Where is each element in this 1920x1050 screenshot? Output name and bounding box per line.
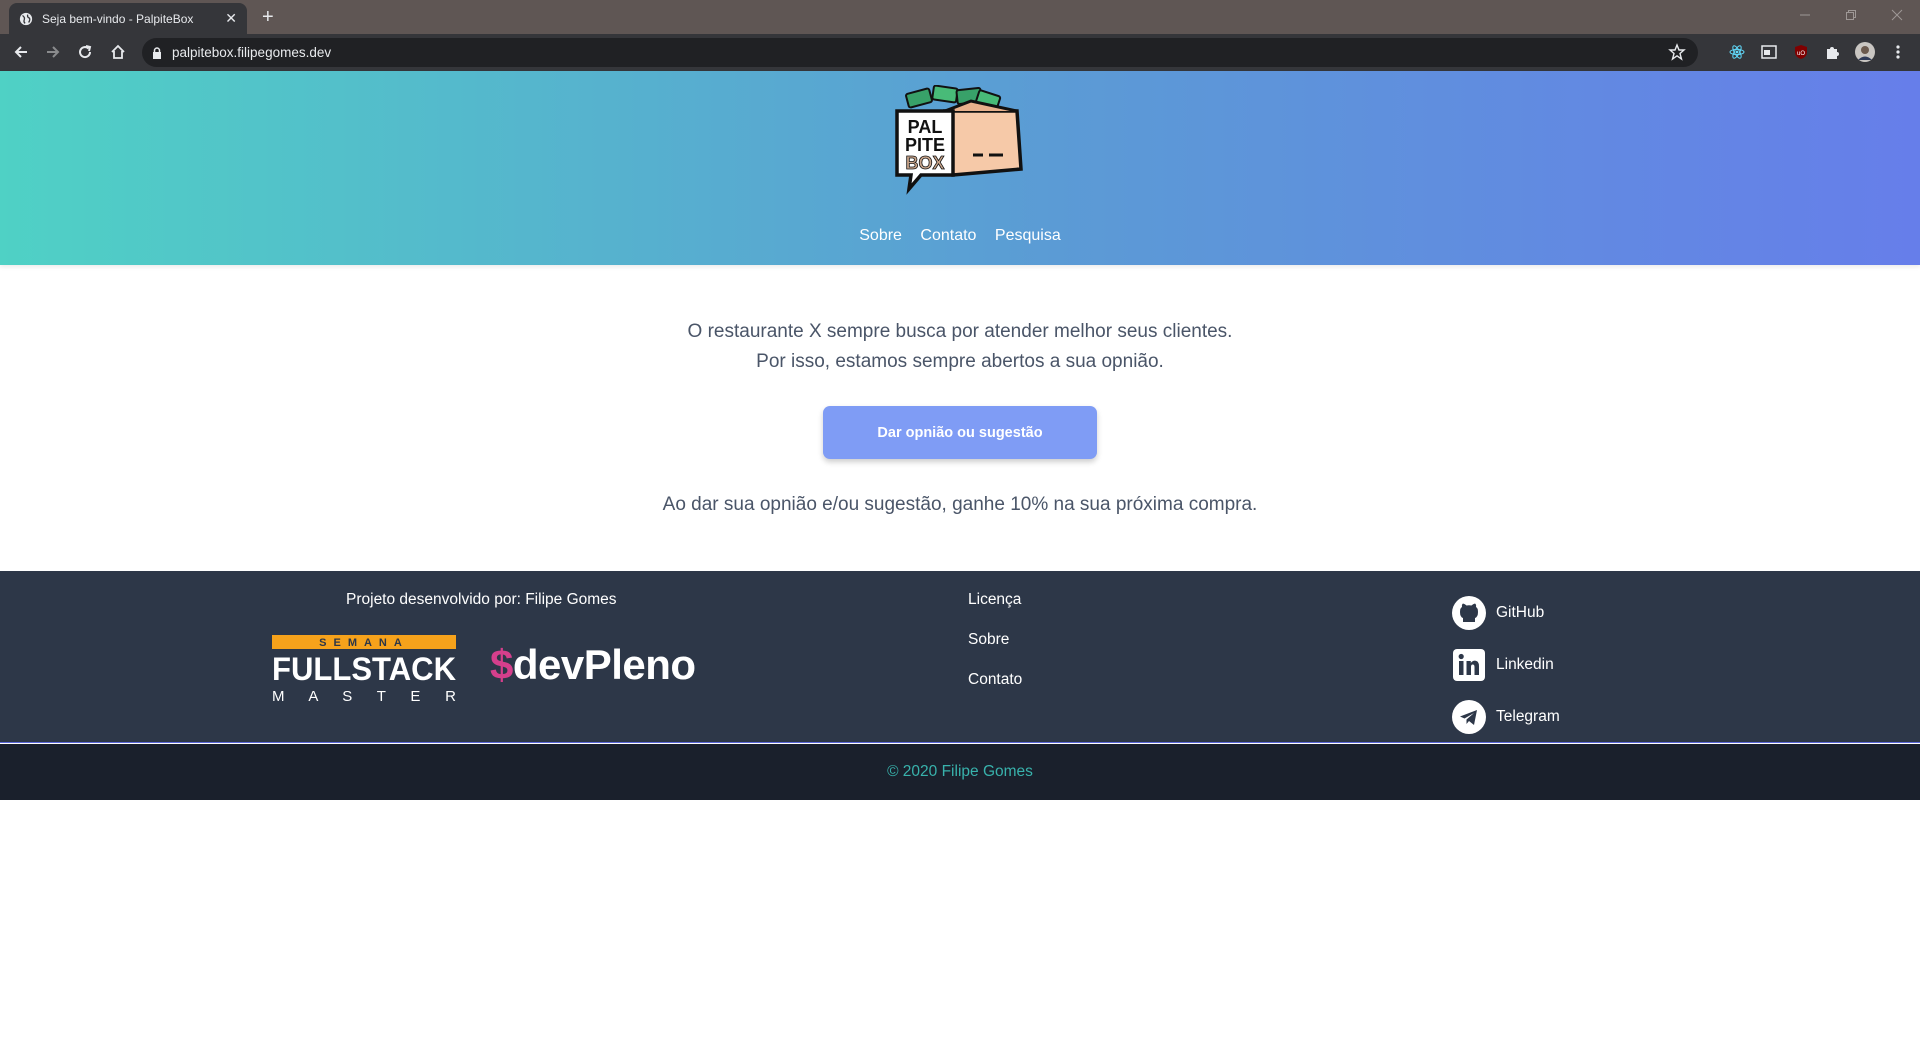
palpitebox-logo[interactable]: PAL PITE BOX xyxy=(893,85,1025,195)
devpleno-text: devPleno xyxy=(512,641,696,688)
page: PAL PITE BOX Sobre Contato Pesquisa O re… xyxy=(0,71,1920,1050)
intro-line-1: O restaurante X sempre busca por atender… xyxy=(687,321,1233,342)
restore-icon[interactable] xyxy=(1828,0,1874,30)
social-github-label: GitHub xyxy=(1496,604,1545,621)
devpleno-dollar: $ xyxy=(490,641,513,688)
tab-close-icon[interactable]: ✕ xyxy=(225,10,237,27)
browser-toolbar: palpitebox.filipegomes.dev uO xyxy=(0,34,1920,71)
home-icon[interactable] xyxy=(106,40,130,64)
tab-icon[interactable] xyxy=(1759,42,1779,62)
browser-tab[interactable]: Seja bem-vindo - PalpiteBox ✕ xyxy=(9,3,247,34)
back-icon[interactable] xyxy=(9,40,33,64)
ublock-icon[interactable]: uO xyxy=(1791,42,1811,62)
credit-text: Projeto desenvolvido por: Filipe Gomes xyxy=(346,591,617,608)
telegram-icon xyxy=(1452,700,1486,734)
copyright-text: © 2020 Filipe Gomes xyxy=(887,763,1033,780)
devpleno-logo[interactable]: $devPleno xyxy=(490,641,696,691)
close-window-icon[interactable] xyxy=(1874,0,1920,30)
logo-line1: PAL xyxy=(908,117,943,137)
nav-contato[interactable]: Contato xyxy=(920,227,976,244)
new-tab-button[interactable]: + xyxy=(262,5,274,29)
logo-line2: PITE xyxy=(905,135,945,155)
lock-icon xyxy=(153,46,161,59)
browser-titlebar: Seja bem-vindo - PalpiteBox ✕ + xyxy=(0,0,1920,34)
main-nav: Sobre Contato Pesquisa xyxy=(0,227,1920,245)
social-links: GitHub Linkedin Telegram xyxy=(1452,587,1560,743)
fullstack-master-logo[interactable]: SEMANA FULLSTACK M A S T E R xyxy=(272,635,458,705)
footer-link-licenca[interactable]: Licença xyxy=(968,591,1022,631)
address-bar[interactable]: palpitebox.filipegomes.dev xyxy=(142,38,1698,67)
social-telegram[interactable]: Telegram xyxy=(1452,691,1560,743)
footer-links: Licença Sobre Contato xyxy=(968,591,1022,711)
profile-avatar[interactable] xyxy=(1855,42,1875,62)
linkedin-icon xyxy=(1453,649,1485,681)
footer-link-sobre[interactable]: Sobre xyxy=(968,631,1022,671)
nav-pesquisa[interactable]: Pesquisa xyxy=(995,227,1061,244)
feedback-button[interactable]: Dar opnião ou sugestão xyxy=(823,406,1097,459)
footer-link-contato[interactable]: Contato xyxy=(968,671,1022,711)
intro-text: O restaurante X sempre busca por atender… xyxy=(0,317,1920,377)
svg-text:uO: uO xyxy=(1797,51,1805,57)
globe-icon xyxy=(19,12,33,25)
menu-icon[interactable] xyxy=(1888,42,1908,62)
fsm-bottom: M A S T E R xyxy=(272,688,456,705)
minimize-icon[interactable] xyxy=(1782,0,1828,30)
social-linkedin[interactable]: Linkedin xyxy=(1452,639,1560,691)
fsm-mid: FULLSTACK xyxy=(272,651,456,687)
star-icon[interactable] xyxy=(1668,43,1686,61)
forward-icon[interactable] xyxy=(41,40,65,64)
social-linkedin-label: Linkedin xyxy=(1496,656,1554,673)
tab-title: Seja bem-vindo - PalpiteBox xyxy=(42,11,194,26)
react-devtools-icon[interactable] xyxy=(1727,42,1747,62)
social-telegram-label: Telegram xyxy=(1496,708,1560,725)
logo-line3: BOX xyxy=(905,153,944,173)
social-github[interactable]: GitHub xyxy=(1452,587,1560,639)
url-text: palpitebox.filipegomes.dev xyxy=(172,45,332,60)
intro-line-2: Por isso, estamos sempre abertos a sua o… xyxy=(756,351,1164,372)
footer: Projeto desenvolvido por: Filipe Gomes S… xyxy=(0,571,1920,743)
bonus-text: Ao dar sua opnião e/ou sugestão, ganhe 1… xyxy=(662,494,1258,515)
copyright-bar: © 2020 Filipe Gomes xyxy=(0,744,1920,800)
puzzle-icon[interactable] xyxy=(1823,42,1843,62)
reload-icon[interactable] xyxy=(73,40,97,64)
fsm-top: SEMANA xyxy=(319,637,409,649)
nav-sobre[interactable]: Sobre xyxy=(859,227,902,244)
header-hero: PAL PITE BOX Sobre Contato Pesquisa xyxy=(0,71,1920,265)
github-icon xyxy=(1452,596,1486,630)
